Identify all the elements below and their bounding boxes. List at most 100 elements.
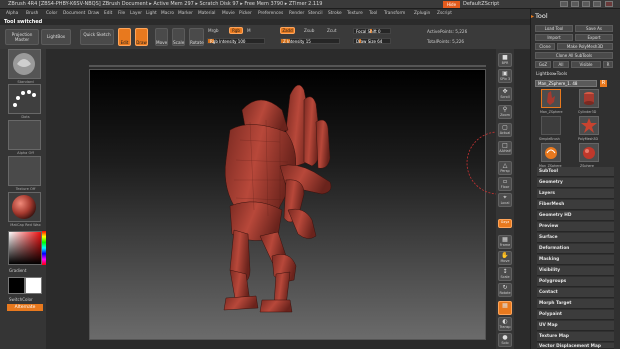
mrgb-toggle[interactable]: Mrgb xyxy=(208,28,219,33)
move-button[interactable]: Move xyxy=(155,28,168,46)
export-button[interactable]: Export xyxy=(575,34,613,41)
quick-sketch-button[interactable]: Quick Sketch xyxy=(80,29,114,45)
menu-draw[interactable]: Draw xyxy=(88,11,99,16)
subpalette-layers[interactable]: Layers xyxy=(537,189,614,199)
secondary-color-swatch[interactable] xyxy=(25,277,42,294)
subpalette-preview[interactable]: Preview xyxy=(537,222,614,232)
tool-thumb-polymesh[interactable] xyxy=(579,116,599,135)
subpalette-fibermesh[interactable]: FiberMesh xyxy=(537,200,614,210)
all-button[interactable]: All xyxy=(553,61,569,68)
scroll-button[interactable]: ✥ Scroll xyxy=(498,87,512,101)
document-canvas[interactable] xyxy=(89,69,486,340)
actual-button[interactable]: ▢ Actual xyxy=(498,123,512,137)
zcut-toggle[interactable]: Zcut xyxy=(327,28,336,33)
subpalette-polypaint[interactable]: Polypaint xyxy=(537,310,614,320)
texture-thumbnail[interactable]: Texture Off xyxy=(8,156,41,191)
zsub-toggle[interactable]: Zsub xyxy=(304,28,314,33)
solo-button[interactable]: ● Solo xyxy=(498,333,512,347)
menu-edit[interactable]: Edit xyxy=(104,11,112,16)
lightbox-button[interactable]: LightBox xyxy=(41,29,71,45)
palette-collapse-icon[interactable]: ▸ xyxy=(531,13,534,20)
menu-document[interactable]: Document xyxy=(63,11,85,16)
scale-button[interactable]: Scale xyxy=(172,28,185,46)
subpalette-visibility[interactable]: Visibility xyxy=(537,266,614,276)
color-picker[interactable] xyxy=(8,231,42,265)
gxyz-button[interactable]: Gxyz xyxy=(498,219,512,228)
default-zscript-label[interactable]: DefaultZScript xyxy=(463,1,499,7)
clone-button[interactable]: Clone xyxy=(535,43,555,50)
menu-file[interactable]: File xyxy=(118,11,125,16)
menu-render[interactable]: Render xyxy=(289,11,304,16)
draw-button[interactable]: Draw xyxy=(135,28,148,46)
material-thumbnail[interactable]: MatCap Red Wax xyxy=(8,192,41,227)
edit-button[interactable]: Edit xyxy=(118,28,131,46)
subpalette-geometry[interactable]: Geometry xyxy=(537,178,614,188)
r-button[interactable]: R xyxy=(603,61,613,68)
aahalf-button[interactable]: □ AAHalf xyxy=(498,141,512,155)
tool-thumb-cylinder[interactable] xyxy=(579,89,599,108)
tool-palette-title[interactable]: Tool xyxy=(535,12,548,20)
stroke-thumbnail[interactable]: Dots xyxy=(8,84,41,119)
local-button[interactable]: ⌖ Local xyxy=(498,193,512,207)
subpalette-vector-displacement-map[interactable]: Vector Displacement Map xyxy=(537,343,614,349)
rgb-intensity-slider[interactable]: Rgb Intensity 100 xyxy=(207,38,265,44)
menu-zplugin[interactable]: Zplugin xyxy=(414,11,430,16)
lightbox-tools-link[interactable]: Lightbox▸Tools xyxy=(536,72,567,77)
brush-thumbnail[interactable]: Standard xyxy=(8,49,41,84)
maximize-button[interactable] xyxy=(571,1,579,7)
bpr-button[interactable]: ■ BPR xyxy=(498,53,512,67)
frame-button[interactable]: ▦ Frame xyxy=(498,235,512,249)
goz-button[interactable]: GoZ xyxy=(535,61,551,68)
subpalette-masking[interactable]: Masking xyxy=(537,255,614,265)
subpalette-surface[interactable]: Surface xyxy=(537,233,614,243)
r-tool-button[interactable]: R xyxy=(600,80,607,87)
transp-button[interactable]: ◐ Transp xyxy=(498,317,512,331)
subpalette-texture-map[interactable]: Texture Map xyxy=(537,332,614,342)
projection-master-button[interactable]: Projection Master xyxy=(5,29,39,45)
subpalette-contact[interactable]: Contact xyxy=(537,288,614,298)
rgb-toggle[interactable]: Rgb xyxy=(229,27,243,34)
menu-layer[interactable]: Layer xyxy=(130,11,142,16)
subpalette-geometry-hd[interactable]: Geometry HD xyxy=(537,211,614,221)
gradient-label[interactable]: Gradient xyxy=(9,268,26,273)
hide-button[interactable]: Hide xyxy=(443,1,460,8)
draw-size-slider[interactable]: Draw Size 64 xyxy=(353,38,391,44)
restore-button[interactable] xyxy=(582,1,590,7)
alternate-button[interactable]: Alternate xyxy=(7,304,43,311)
switch-color-label[interactable]: SwitchColor xyxy=(9,297,33,302)
menu-tool[interactable]: Tool xyxy=(369,11,377,16)
alpha-thumbnail[interactable]: Alpha Off xyxy=(8,120,41,155)
tool-thumb-zsphere[interactable] xyxy=(579,143,599,162)
scale-view-button[interactable]: ↕ Scale xyxy=(498,267,512,281)
tool-thumb-man-zsphere[interactable] xyxy=(541,89,561,108)
menu-marker[interactable]: Marker xyxy=(178,11,193,16)
menu-alpha[interactable]: Alpha xyxy=(6,11,18,16)
tool-thumb-simplebrush[interactable] xyxy=(541,143,561,162)
menu-preferences[interactable]: Preferences xyxy=(258,11,283,16)
menu-stroke[interactable]: Stroke xyxy=(328,11,342,16)
hue-strip[interactable] xyxy=(42,231,46,265)
spix-button[interactable]: ▣ SPix 3 xyxy=(498,69,512,83)
menu-brush[interactable]: Brush xyxy=(26,11,38,16)
m-toggle[interactable]: M xyxy=(247,28,251,33)
zoom-button[interactable]: ⚲ Zoom xyxy=(498,105,512,119)
menu-texture[interactable]: Texture xyxy=(347,11,363,16)
persp-button[interactable]: △ Persp xyxy=(498,161,512,175)
save-as-button[interactable]: Save As xyxy=(575,25,613,32)
import-button[interactable]: Import xyxy=(535,34,573,41)
settings-button[interactable] xyxy=(593,1,601,7)
clone-all-subtools-button[interactable]: Clone All SubTools xyxy=(535,52,613,59)
minimize-button[interactable] xyxy=(560,1,568,7)
subpalette-uv-map[interactable]: UV Map xyxy=(537,321,614,331)
menu-picker[interactable]: Picker xyxy=(239,11,252,16)
floor-button[interactable]: ▫ Floor xyxy=(498,177,512,191)
load-tool-button[interactable]: Load Tool xyxy=(535,25,573,32)
menu-macro[interactable]: Macro xyxy=(161,11,174,16)
polyf-button[interactable]: ▦ xyxy=(498,301,512,315)
menu-stencil[interactable]: Stencil xyxy=(308,11,323,16)
primary-color-swatch[interactable] xyxy=(8,277,25,294)
menu-movie[interactable]: Movie xyxy=(222,11,235,16)
menu-transform[interactable]: Transform xyxy=(384,11,405,16)
tool-thumb-simplebrush-top[interactable] xyxy=(541,116,561,135)
subpalette-deformation[interactable]: Deformation xyxy=(537,244,614,254)
